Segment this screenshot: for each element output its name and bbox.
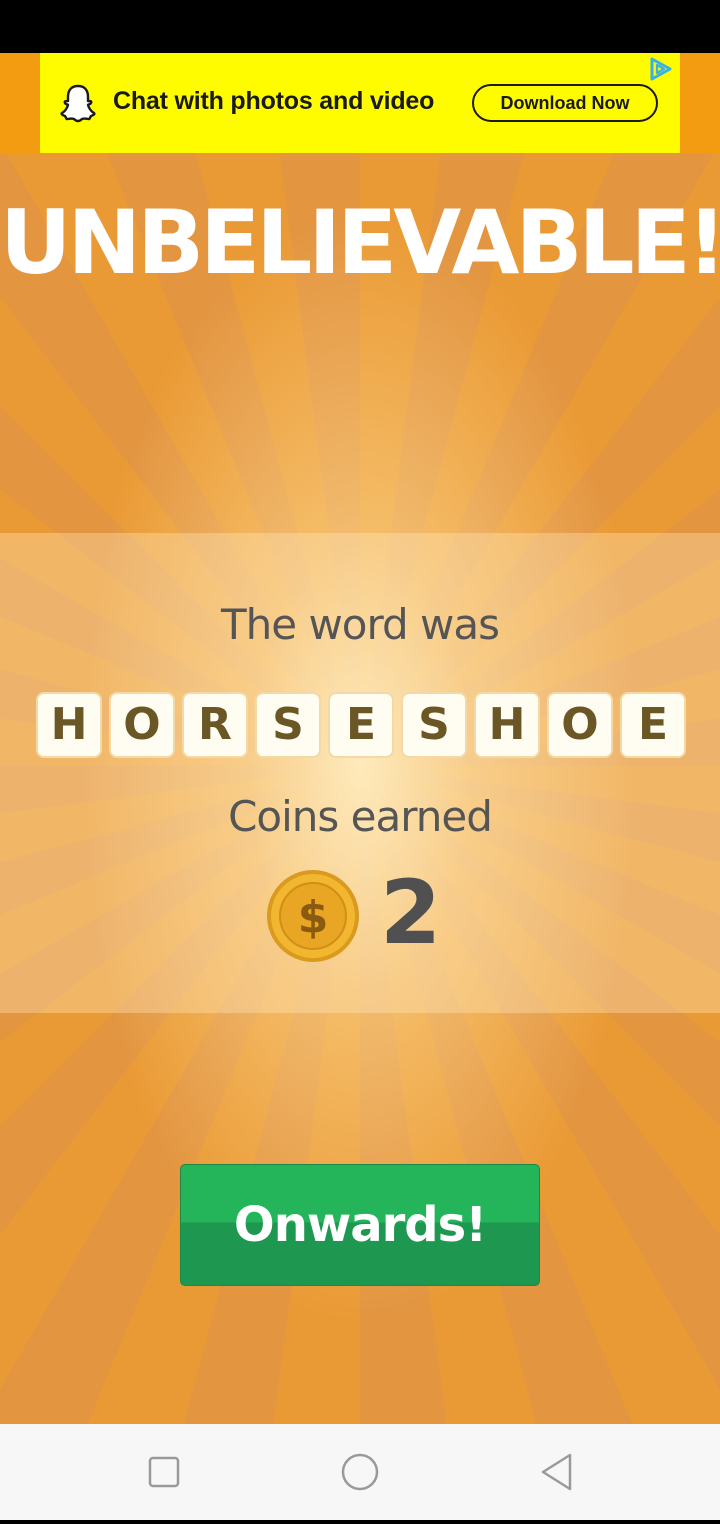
letter-tile: O — [109, 692, 175, 758]
letter-tile: R — [182, 692, 248, 758]
back-icon — [541, 1453, 572, 1491]
status-bar — [0, 0, 720, 53]
letter-tile: S — [401, 692, 467, 758]
result-title: UNBELIEVABLE! — [0, 191, 720, 294]
coins-earned-value: 2 — [380, 861, 442, 964]
letter-tile: E — [328, 692, 394, 758]
ad-margin-right — [680, 53, 720, 153]
recent-apps-icon — [148, 1456, 180, 1488]
ad-margin-left — [0, 53, 40, 153]
word-label: The word was — [220, 600, 500, 649]
letter-tile: S — [255, 692, 321, 758]
ad-headline: Chat with photos and video — [113, 87, 435, 115]
letter-tile: H — [474, 692, 540, 758]
home-button[interactable] — [310, 1424, 410, 1520]
letter-tile: O — [547, 692, 613, 758]
back-button[interactable] — [506, 1424, 606, 1520]
onwards-button[interactable]: Onwards! — [180, 1164, 540, 1286]
onwards-button-label: Onwards! — [233, 1197, 487, 1253]
download-now-button[interactable]: Download Now — [472, 84, 658, 122]
recent-apps-button[interactable] — [114, 1424, 214, 1520]
coins-earned-label: Coins earned — [228, 792, 493, 841]
coin-icon: $ — [267, 870, 359, 962]
snapchat-ghost-icon — [60, 84, 96, 123]
home-icon — [341, 1453, 379, 1491]
ad-choices-icon[interactable] — [646, 55, 674, 83]
navigation-bar — [0, 1424, 720, 1520]
ad-banner[interactable]: Chat with photos and video Download Now — [40, 53, 680, 153]
letter-tile: H — [36, 692, 102, 758]
letter-tile: E — [620, 692, 686, 758]
coin-symbol: $ — [298, 892, 329, 943]
